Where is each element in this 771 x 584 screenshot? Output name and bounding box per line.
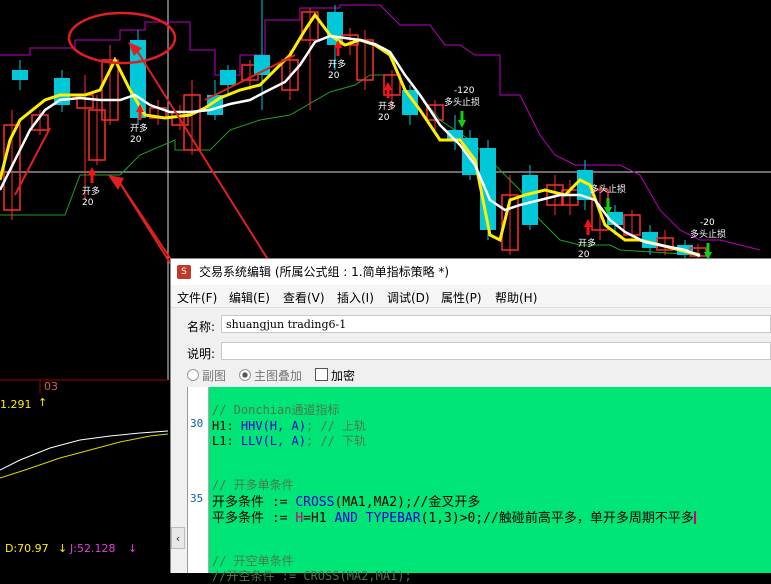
buy-signal-label: 开多 [378,100,396,112]
j-value: J:52.128 [70,542,116,555]
dialog-title: 交易系统编辑 (所属公式组 : 1.简单指标策略 *) [199,265,450,279]
sell-signal-label: 多头止损 [444,96,480,108]
name-field[interactable]: shuangjun trading6-1 [221,315,771,333]
line-number-gutter: 30 35 [188,387,209,573]
line-number: 30 [190,417,204,430]
buy-signal-value: 20 [328,71,340,81]
upper-channel-line [0,4,761,251]
menu-edit[interactable]: 编辑(E) [229,289,270,306]
code-comment: //开空条件 := CROSS(MA2,MA1); [212,569,412,583]
code-comment: // Donchian通道指标 [212,403,340,417]
dialog-titlebar[interactable]: S 交易系统编辑 (所属公式组 : 1.简单指标策略 *) [171,259,771,285]
subchart-radio[interactable]: 副图 [187,367,226,384]
options-row: 副图 主图叠加 加密 [171,367,771,385]
indicator-value: 1.291 [0,398,32,411]
code-editor[interactable]: 30 35 // Donchian通道指标 H1: HHV(H, A); // … [187,387,771,583]
collapse-arrow-icon[interactable]: ‹ [171,527,185,549]
candle-body [220,70,236,85]
buy-signal-label: 开多 [578,237,596,249]
menu-insert[interactable]: 插入(I) [337,289,374,306]
radio-icon [187,369,199,381]
kdj-yellow-line [0,433,169,479]
formula-editor-dialog: S 交易系统编辑 (所属公式组 : 1.简单指标策略 *) 文件(F) 编辑(E… [170,258,771,583]
candle-body [12,70,28,80]
encrypt-checkbox[interactable]: 加密 [315,367,355,384]
text-caret [693,511,696,524]
annotation-ellipse [67,11,177,65]
sell-signal-label: 多头止损 [590,183,626,195]
subchart-label: 副图 [202,369,227,383]
sell-signal-label: 多头止损 [690,228,726,240]
buy-arrow-icon [88,167,96,183]
main-overlay-label: 主图叠加 [254,369,303,383]
down-arrow-icon: ↓ [58,542,68,555]
buy-signal-label: 开多 [328,58,346,70]
kdj-white-line [0,430,169,471]
main-overlay-radio[interactable]: 主图叠加 [239,367,302,384]
checkbox-icon [315,368,328,381]
desc-row: 说明: [171,342,771,363]
menu-help[interactable]: 帮助(H) [495,289,537,306]
menu-bar: 文件(F) 编辑(E) 查看(V) 插入(I) 调试(D) 属性(P) 帮助(H… [171,285,771,308]
radio-selected-icon [239,369,251,381]
sell-arrow-icon [458,111,466,128]
name-row: 名称: shuangjun trading6-1 [171,315,771,336]
menu-view[interactable]: 查看(V) [283,289,325,306]
desc-label: 说明: [187,347,216,361]
down-arrow-icon: ↓ [128,542,138,555]
buy-signal-value: 20 [378,113,390,123]
buy-signal-label: 开多 [82,185,100,197]
menu-file[interactable]: 文件(F) [177,289,217,306]
buy-arrow-icon [584,219,592,235]
line-number: 35 [190,492,204,505]
desc-field[interactable] [221,342,771,360]
sell-signal-value: -20 [700,218,715,228]
code-line-l1: L1: LLV(L, A); // 下轨 [212,434,367,448]
buy-signal-value: 20 [130,135,142,145]
annotation-arrowhead [108,175,124,190]
encrypt-label: 加密 [331,369,356,383]
menu-debug[interactable]: 调试(D) [387,289,430,306]
up-arrow-icon: ↑ [38,396,48,409]
code-line-close-long: 平多条件 := H=H1 AND TYPEBAR(1,3)>0;//触碰前高平多… [212,511,696,526]
period-label: 03 [44,380,58,393]
buy-signal-group: 开多20开多20开多20开多20开多20 [82,40,596,260]
name-label: 名称: [187,320,216,334]
buy-signal-value: 20 [82,198,94,208]
buy-signal-label: 开多 [130,122,148,134]
menu-properties[interactable]: 属性(P) [441,289,482,306]
sell-signal-value: -120 [454,86,475,96]
d-value: D:70.97 [5,542,49,555]
app-icon: S [177,265,191,279]
